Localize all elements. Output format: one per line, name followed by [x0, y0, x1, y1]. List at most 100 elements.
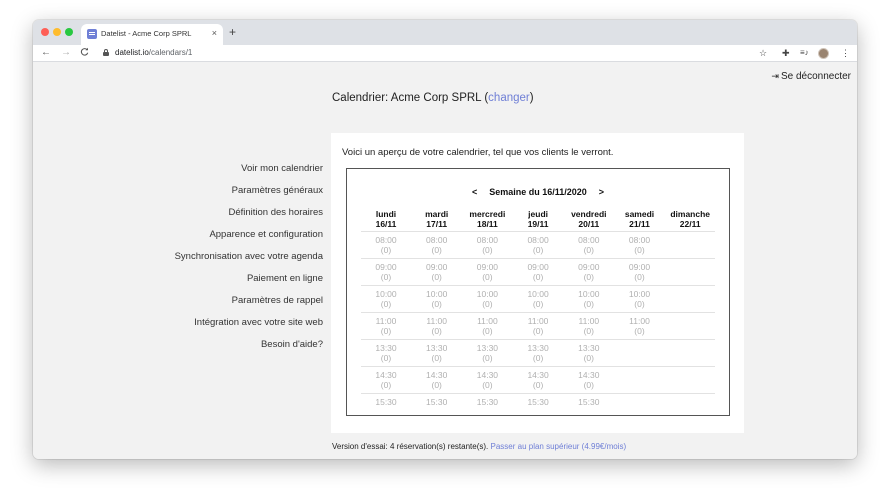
time-slot[interactable]: 10:00 (0)	[462, 289, 512, 309]
slot-count: (0)	[532, 299, 544, 309]
sidebar-item-schedule[interactable]: Définition des horaires	[33, 207, 323, 229]
time-slot[interactable]: 09:00 (0)	[564, 262, 614, 282]
time-slot[interactable]: 08:00 (0)	[513, 235, 563, 255]
time-slot[interactable]: 11:00 (0)	[361, 316, 411, 336]
page-title: Calendrier: Acme Corp SPRL (changer)	[332, 92, 534, 104]
day-name: mercredi	[469, 209, 506, 219]
time-slot[interactable]: 08:00 (0)	[564, 235, 614, 255]
puzzle-icon[interactable]: ✚	[782, 47, 790, 59]
slot-count: (0)	[583, 299, 594, 309]
reload-icon[interactable]	[80, 47, 89, 59]
sidebar-item-sync[interactable]: Synchronisation avec votre agenda	[33, 251, 323, 273]
star-icon[interactable]: ☆	[759, 47, 767, 59]
time-slot[interactable]: 15:30	[412, 397, 462, 407]
time-slot[interactable]: 09:00 (0)	[412, 262, 462, 282]
time-slot[interactable]: 08:00 (0)	[462, 235, 512, 255]
sidebar-item-general-settings[interactable]: Paramètres généraux	[33, 185, 323, 207]
time-slot[interactable]: 08:00 (0)	[615, 235, 665, 255]
time-slot[interactable]: 14:30 (0)	[564, 370, 614, 390]
prev-week-button[interactable]: <	[472, 187, 477, 197]
sidebar-item-payment[interactable]: Paiement en ligne	[33, 273, 323, 295]
time-slot[interactable]: 14:30 (0)	[462, 370, 512, 390]
tab-close-icon[interactable]: ×	[212, 27, 217, 39]
sidebar-item-reminders[interactable]: Paramètres de rappel	[33, 295, 323, 317]
time-slot[interactable]: 09:00 (0)	[361, 262, 411, 282]
calendar-preview: < Semaine du 16/11/2020 > lundi 16/11 08:00(…	[346, 168, 730, 416]
avatar[interactable]	[818, 48, 829, 59]
address-bar[interactable]: datelist.io/calendars/1	[115, 48, 192, 57]
day-name: mardi	[425, 209, 449, 219]
day-name: vendredi	[571, 209, 607, 219]
time-slot[interactable]: 08:00 (0)	[412, 235, 462, 255]
browser-tab[interactable]: Datelist - Acme Corp SPRL ×	[81, 24, 223, 45]
slot-time: 15:30	[578, 397, 600, 407]
sidebar-item-help[interactable]: Besoin d'aide?	[33, 339, 323, 361]
time-slot[interactable]: 10:00 (0)	[412, 289, 462, 309]
time-slot[interactable]: 13:30 (0)	[513, 343, 563, 363]
time-slot[interactable]: 11:00 (0)	[564, 316, 614, 336]
time-slot[interactable]: 14:30 (0)	[361, 370, 411, 390]
sidebar-item-view-calendar[interactable]: Voir mon calendrier	[33, 163, 323, 185]
time-slot[interactable]: 15:30	[462, 397, 512, 407]
time-slot[interactable]: 09:00 (0)	[615, 262, 665, 282]
slot-count: (0)	[482, 353, 493, 363]
slot-count: (0)	[431, 326, 442, 336]
time-slot[interactable]: 08:00 (0)	[361, 235, 411, 255]
slot-count: (0)	[431, 272, 442, 282]
time-slot[interactable]: 11:00 (0)	[615, 316, 665, 336]
lock-icon	[103, 49, 109, 56]
preview-intro: Voici un aperçu de votre calendrier, tel…	[342, 147, 614, 158]
media-queue-icon[interactable]: ≡♪	[800, 47, 809, 59]
slot-count: (0)	[583, 245, 594, 255]
tab-strip: Datelist - Acme Corp SPRL × +	[33, 20, 857, 45]
time-slot[interactable]: 13:30 (0)	[564, 343, 614, 363]
slot-count: (0)	[583, 326, 594, 336]
upgrade-link[interactable]: Passer au plan supérieur (4.99€/mois)	[491, 442, 627, 451]
time-slot[interactable]: 14:30 (0)	[513, 370, 563, 390]
time-slot[interactable]: 14:30 (0)	[412, 370, 462, 390]
time-slot[interactable]: 11:00 (0)	[462, 316, 512, 336]
time-slot[interactable]: 09:00 (0)	[462, 262, 512, 282]
time-slot[interactable]: 10:00 (0)	[564, 289, 614, 309]
time-slot[interactable]: 15:30	[564, 397, 614, 407]
next-week-button[interactable]: >	[599, 187, 604, 197]
url-domain: datelist.io	[115, 48, 149, 57]
back-arrow-icon[interactable]: ←	[41, 47, 51, 59]
logout-link[interactable]: ⇥ Se déconnecter	[771, 71, 851, 82]
day-date: 18/11	[476, 219, 498, 229]
time-slot[interactable]: 09:00 (0)	[513, 262, 563, 282]
slot-count: (0)	[634, 299, 645, 309]
slot-time: 11:00	[527, 316, 549, 326]
time-slot[interactable]: 13:30 (0)	[462, 343, 512, 363]
slot-time: 09:00	[426, 262, 448, 272]
slot-count: (0)	[482, 299, 493, 309]
slot-time: 09:00	[476, 262, 499, 272]
week-label: Semaine du 16/11/2020	[489, 187, 587, 197]
slot-row-divider	[361, 285, 715, 286]
time-slot[interactable]: 15:30	[513, 397, 563, 407]
slot-time: 13:30	[375, 343, 397, 353]
kebab-menu-icon[interactable]: ⋮	[841, 47, 850, 59]
time-slot[interactable]: 10:00 (0)	[361, 289, 411, 309]
calendar-favicon-icon	[87, 29, 97, 39]
time-slot[interactable]: 10:00 (0)	[513, 289, 563, 309]
time-slot[interactable]: 13:30 (0)	[361, 343, 411, 363]
forward-arrow-icon[interactable]: →	[61, 47, 71, 59]
time-slot[interactable]: 10:00 (0)	[615, 289, 665, 309]
logout-label: Se déconnecter	[780, 71, 851, 82]
close-window-button[interactable]	[41, 28, 49, 36]
time-slot[interactable]: 11:00 (0)	[513, 316, 563, 336]
page-content: ⇥ Se déconnecter Calendrier: Acme Corp SP…	[33, 63, 857, 459]
new-tab-button[interactable]: +	[229, 25, 236, 39]
time-slot[interactable]: 11:00 (0)	[412, 316, 462, 336]
slot-time: 10:00	[476, 289, 499, 299]
sidebar-item-appearance[interactable]: Apparence et configuration	[33, 229, 323, 251]
maximize-window-button[interactable]	[65, 28, 73, 36]
slot-count: (0)	[380, 326, 392, 336]
time-slot[interactable]: 13:30 (0)	[412, 343, 462, 363]
minimize-window-button[interactable]	[53, 28, 61, 36]
sidebar-item-integration[interactable]: Intégration avec votre site web	[33, 317, 323, 339]
time-slot[interactable]: 15:30	[361, 397, 411, 407]
change-calendar-link[interactable]: changer	[488, 92, 530, 104]
slot-time: 15:30	[426, 397, 448, 407]
